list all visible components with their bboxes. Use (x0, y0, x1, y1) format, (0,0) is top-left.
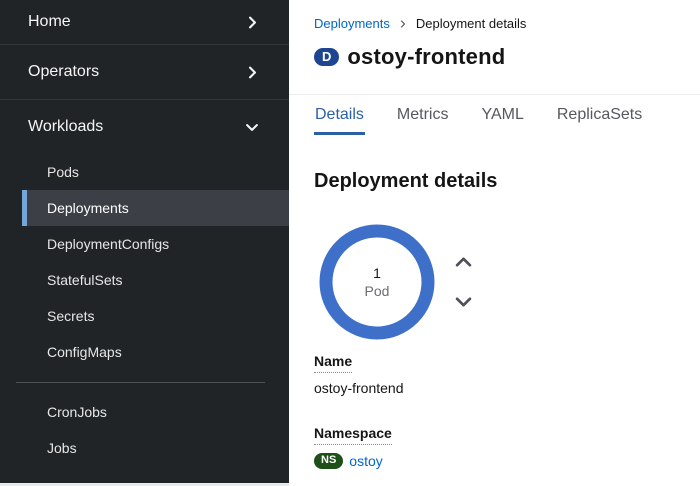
main-content: Deployments Deployment details D ostoy-f… (289, 0, 700, 486)
sidebar-item-cronjobs[interactable]: CronJobs (22, 394, 289, 430)
pod-donut-center: 1 Pod (319, 224, 435, 340)
sidebar-item-deployments[interactable]: Deployments (22, 190, 289, 226)
sidebar-item-label: CronJobs (47, 404, 107, 420)
sidebar-item-label: Workloads (28, 118, 103, 136)
deployment-resource-badge: D (314, 48, 339, 66)
sidebar-item-label: StatefulSets (47, 272, 123, 288)
name-label: Name (314, 353, 352, 373)
namespace-resource-badge: NS (314, 453, 343, 469)
sidebar-item-jobs[interactable]: Jobs (22, 430, 289, 466)
tab-metrics[interactable]: Metrics (396, 95, 450, 135)
app-window: Home Operators Workloads Pods Deployment… (0, 0, 700, 486)
pod-donut-chart[interactable]: 1 Pod (319, 224, 435, 340)
scale-down-button[interactable] (453, 294, 474, 310)
pod-count: 1 (373, 264, 381, 282)
sidebar-item-label: Secrets (47, 308, 94, 324)
namespace-link[interactable]: ostoy (349, 453, 382, 469)
sidebar-item-home[interactable]: Home (0, 0, 289, 44)
sidebar-item-pods[interactable]: Pods (22, 154, 289, 190)
title-row: D ostoy-frontend (314, 44, 676, 94)
breadcrumb-link-deployments[interactable]: Deployments (314, 16, 390, 31)
scale-up-button[interactable] (453, 254, 474, 270)
breadcrumb-current: Deployment details (416, 16, 527, 31)
chevron-up-icon (455, 256, 472, 268)
tab-details[interactable]: Details (314, 95, 365, 135)
sidebar-item-label: Pods (47, 164, 79, 180)
page-header: Deployments Deployment details D ostoy-f… (289, 0, 700, 95)
sidebar-item-deploymentconfigs[interactable]: DeploymentConfigs (22, 226, 289, 262)
sidebar-nav: Home Operators Workloads Pods Deployment… (0, 0, 289, 486)
subnav-divider (16, 382, 265, 383)
details-section: Deployment details 1 Pod (289, 135, 700, 469)
sidebar-item-label: DeploymentConfigs (47, 236, 169, 252)
tabs-bar: Details Metrics YAML ReplicaSets (289, 95, 700, 135)
name-value: ostoy-frontend (314, 380, 676, 396)
page-title: ostoy-frontend (347, 44, 505, 70)
field-name: Name ostoy-frontend (314, 353, 676, 396)
sidebar-item-label: Jobs (47, 440, 77, 456)
tab-replicasets[interactable]: ReplicaSets (556, 95, 643, 135)
pod-donut-row: 1 Pod (319, 224, 676, 340)
breadcrumb: Deployments Deployment details (314, 16, 676, 31)
breadcrumb-separator-icon (399, 19, 407, 29)
section-heading: Deployment details (314, 170, 676, 193)
sidebar-item-label: Operators (28, 63, 99, 81)
sidebar-item-label: Deployments (47, 200, 129, 216)
chevron-down-icon (245, 121, 259, 134)
sidebar-item-label: ConfigMaps (47, 344, 122, 360)
tab-yaml[interactable]: YAML (480, 95, 524, 135)
namespace-label: Namespace (314, 425, 392, 445)
chevron-down-icon (455, 296, 472, 308)
sidebar-item-label: Home (28, 13, 71, 31)
sidebar-item-configmaps[interactable]: ConfigMaps (22, 334, 289, 370)
namespace-value-row: NS ostoy (314, 453, 676, 469)
pod-scale-controls (453, 254, 474, 310)
sidebar-item-workloads[interactable]: Workloads (0, 99, 289, 154)
field-namespace: Namespace NS ostoy (314, 425, 676, 469)
chevron-right-icon (246, 16, 259, 29)
sidebar-item-statefulsets[interactable]: StatefulSets (22, 262, 289, 298)
pod-unit-label: Pod (365, 282, 390, 300)
sidebar-item-secrets[interactable]: Secrets (22, 298, 289, 334)
workloads-subnav: Pods Deployments DeploymentConfigs State… (0, 154, 289, 470)
chevron-right-icon (246, 66, 259, 79)
sidebar-item-operators[interactable]: Operators (0, 44, 289, 99)
